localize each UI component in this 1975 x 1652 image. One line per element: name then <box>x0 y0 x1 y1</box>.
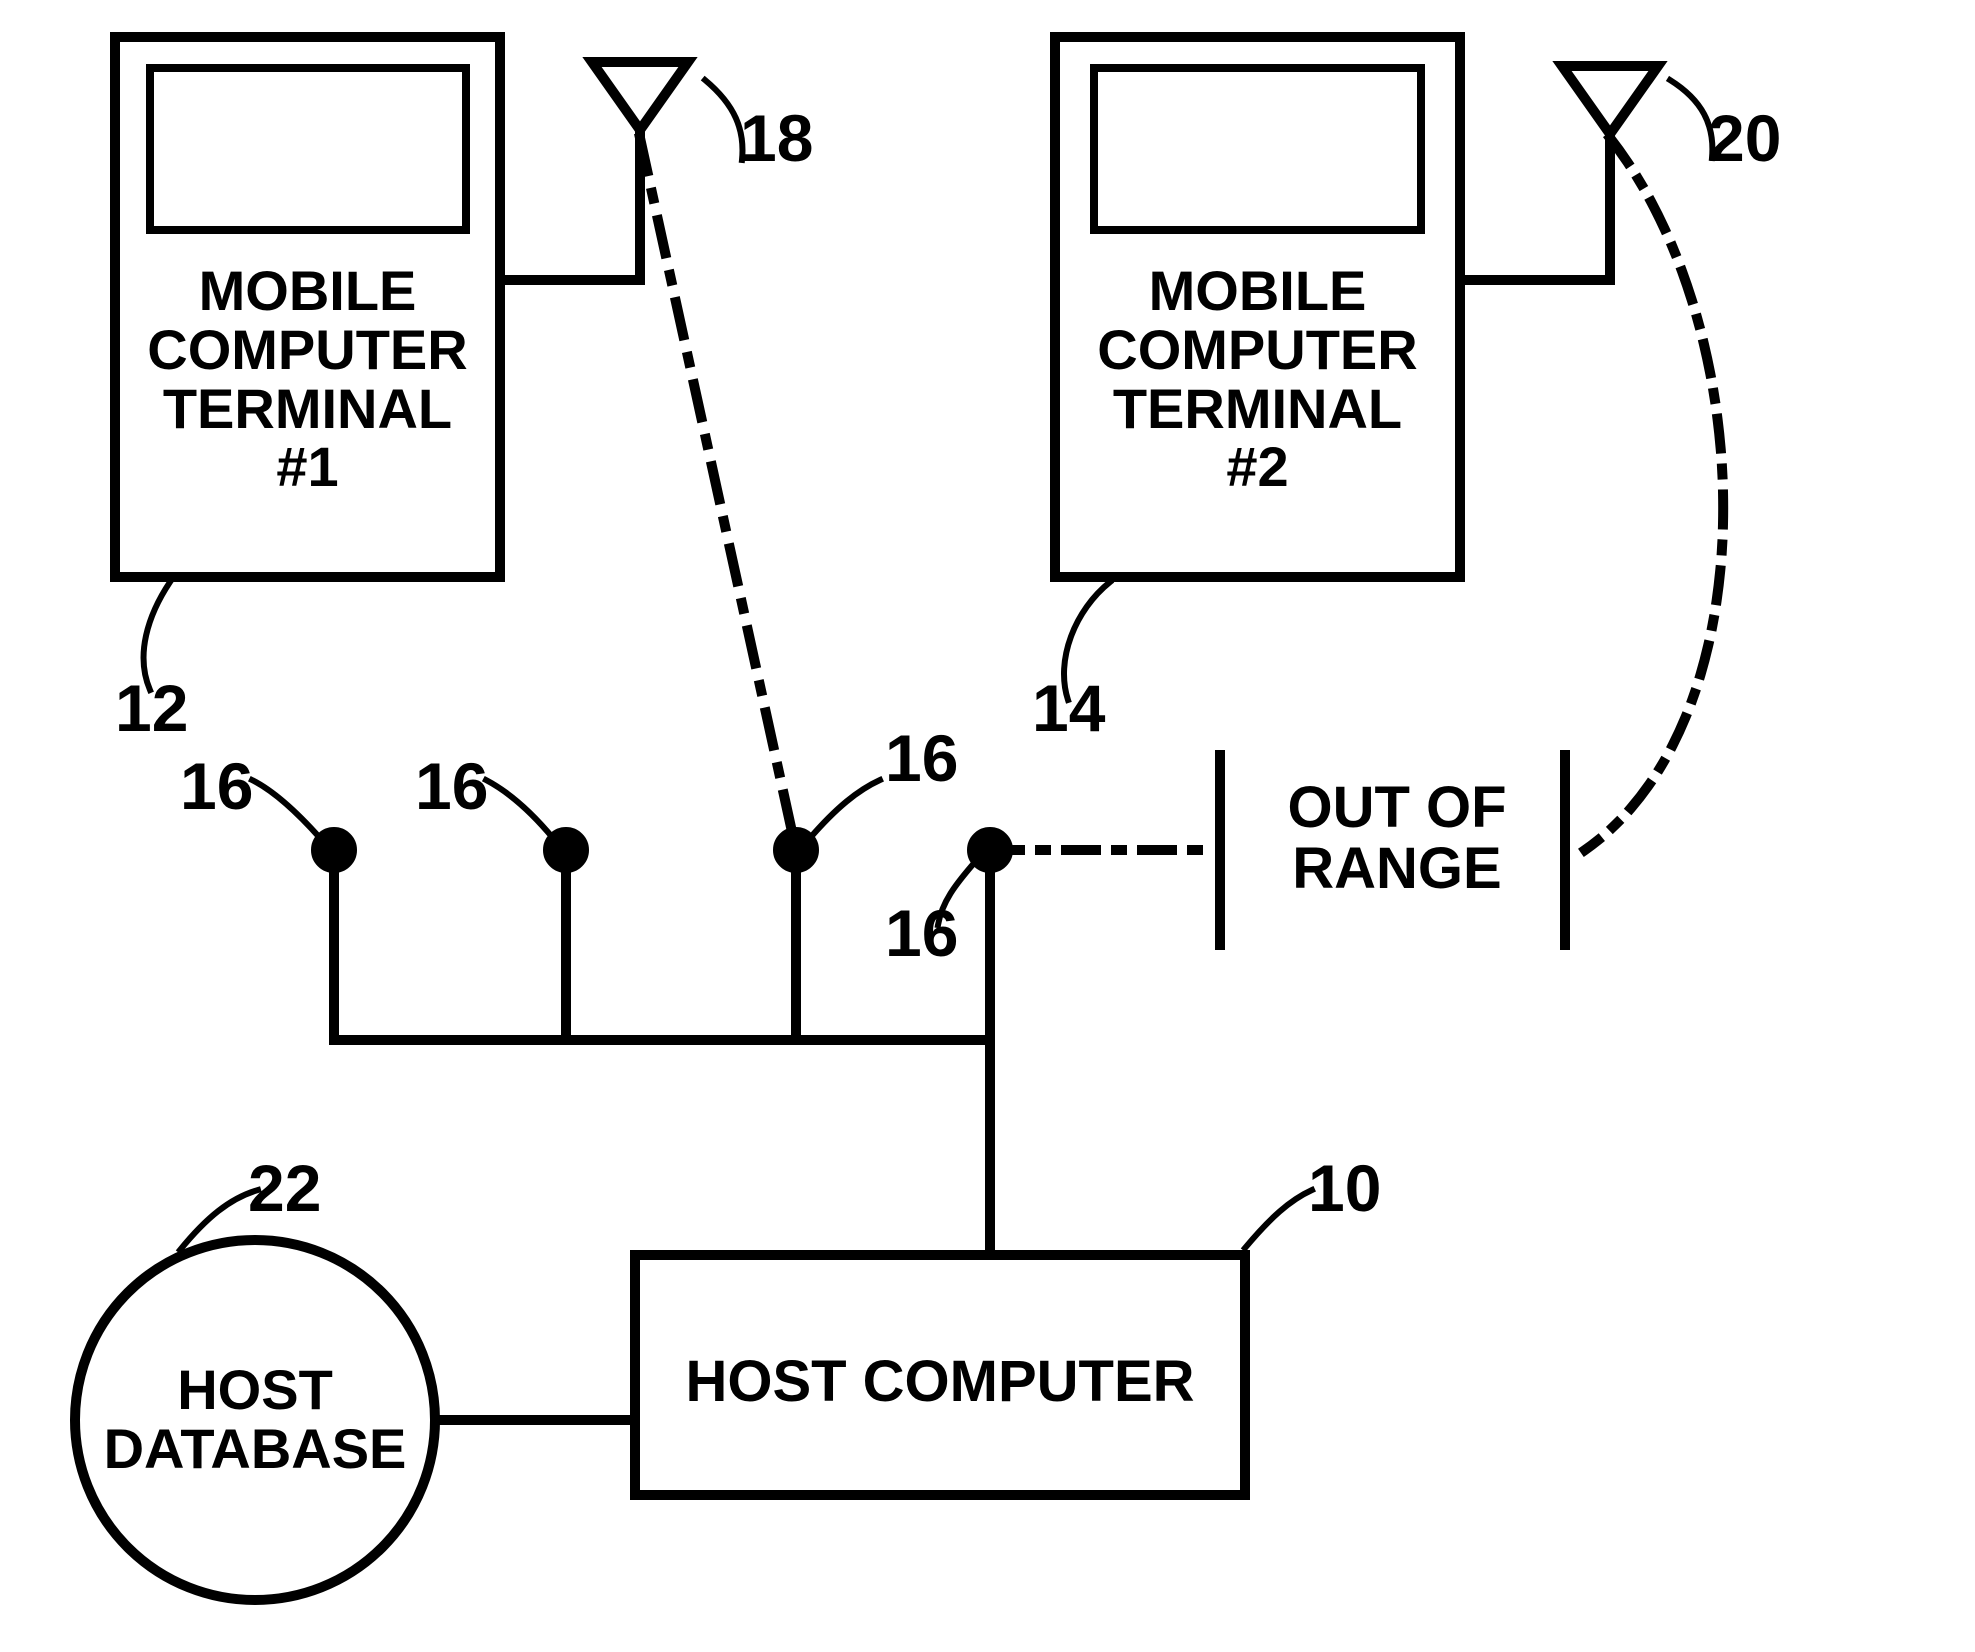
mobile-terminal-2: MOBILE COMPUTER TERMINAL #2 <box>1050 32 1465 582</box>
host-computer: HOST COMPUTER <box>630 1250 1250 1500</box>
host-computer-label: HOST COMPUTER <box>640 1352 1240 1413</box>
out-of-range-bar-left <box>1215 750 1225 950</box>
host-database-label: HOST DATABASE <box>104 1361 407 1479</box>
ref-14: 14 <box>1032 670 1105 746</box>
out-of-range-bar-right <box>1560 750 1570 950</box>
host-database: HOST DATABASE <box>70 1235 440 1605</box>
ref-18: 18 <box>740 100 813 176</box>
terminal-1-screen <box>146 64 470 234</box>
mobile-terminal-1: MOBILE COMPUTER TERMINAL #1 <box>110 32 505 582</box>
out-of-range-label: OUT OF RANGE <box>1242 778 1552 900</box>
ref-20: 20 <box>1708 100 1781 176</box>
ref-16-c: 16 <box>885 720 958 796</box>
terminal-1-label: MOBILE COMPUTER TERMINAL #1 <box>120 262 495 497</box>
terminal-2-screen <box>1090 64 1425 234</box>
ref-10: 10 <box>1308 1150 1381 1226</box>
ref-12: 12 <box>115 670 188 746</box>
ref-16-d: 16 <box>885 895 958 971</box>
ref-16-b: 16 <box>415 748 488 824</box>
diagram-canvas: MOBILE COMPUTER TERMINAL #1 12 18 MOBILE… <box>0 0 1975 1652</box>
ref-22: 22 <box>248 1150 321 1226</box>
terminal-2-label: MOBILE COMPUTER TERMINAL #2 <box>1060 262 1455 497</box>
ref-16-a: 16 <box>180 748 253 824</box>
